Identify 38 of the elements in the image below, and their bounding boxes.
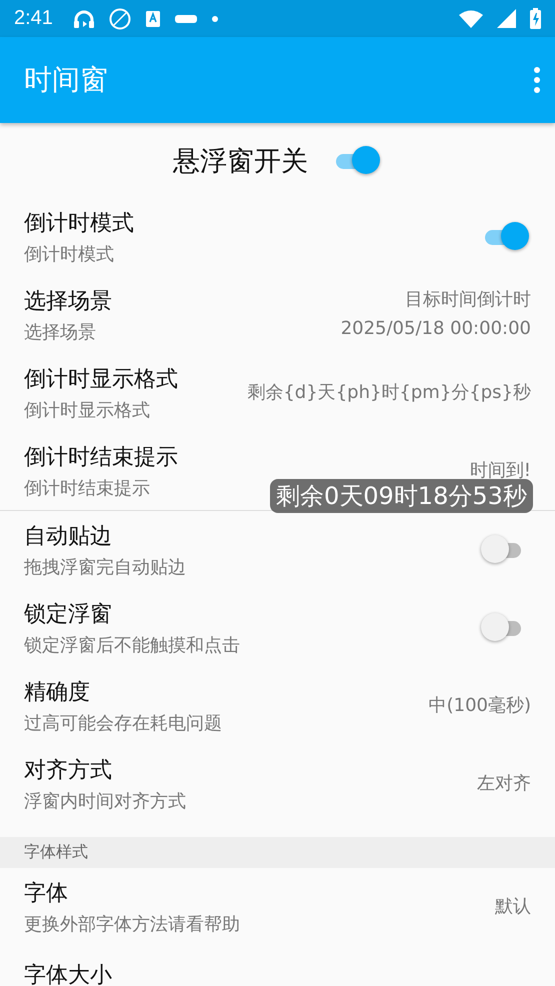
setting-title: 精确度 [24, 679, 90, 707]
setting-title: 字体大小 [24, 962, 112, 986]
wifi-icon [459, 10, 483, 28]
dot-icon [210, 14, 219, 22]
setting-title: 字体 [24, 880, 68, 908]
setting-title: 倒计时显示格式 [24, 366, 178, 394]
countdown-toast[interactable]: 剩余0天09时18分53秒 [270, 479, 533, 513]
setting-summary: 更换外部字体方法请看帮助 [24, 913, 240, 936]
setting-summary: 选择场景 [24, 321, 96, 344]
setting-summary: 拖拽浮窗完自动贴边 [24, 556, 186, 579]
app-title: 时间窗 [24, 62, 109, 98]
setting-title: 倒计时模式 [24, 210, 134, 238]
battery-icon [530, 8, 541, 29]
setting-title: 锁定浮窗 [24, 601, 112, 629]
setting-value: 默认 [495, 894, 531, 919]
setting-summary: 浮窗内时间对齐方式 [24, 790, 186, 813]
headphones-icon [72, 8, 95, 28]
setting-value: 剩余{d}天{ph}时{pm}分{ps}秒 [247, 380, 531, 405]
section-header: 字体样式 [24, 842, 88, 863]
setting-summary: 倒计时显示格式 [24, 399, 150, 422]
setting-summary: 倒计时模式 [24, 243, 114, 266]
setting-title: 倒计时结束提示 [24, 444, 178, 472]
ad-block-icon [108, 8, 131, 30]
setting-value: 左对齐 [477, 772, 531, 796]
setting-title: 悬浮窗开关 [173, 144, 308, 178]
keyboard-icon [144, 10, 161, 28]
setting-summary: 倒计时结束提示 [24, 477, 150, 500]
setting-summary: 过高可能会存在耗电问题 [24, 712, 222, 735]
setting-title: 选择场景 [24, 288, 112, 316]
setting-value: 中(100毫秒) [428, 694, 531, 718]
setting-title: 自动贴边 [24, 523, 112, 551]
setting-value: 目标时间倒计时 2025/05/18 00:00:00 [340, 288, 531, 341]
signal-icon [497, 9, 516, 28]
more-options-icon[interactable] [533, 67, 541, 93]
status-time: 2:41 [14, 7, 53, 30]
setting-title: 对齐方式 [24, 757, 112, 785]
bar-icon [174, 14, 197, 24]
setting-summary: 锁定浮窗后不能触摸和点击 [24, 634, 240, 657]
